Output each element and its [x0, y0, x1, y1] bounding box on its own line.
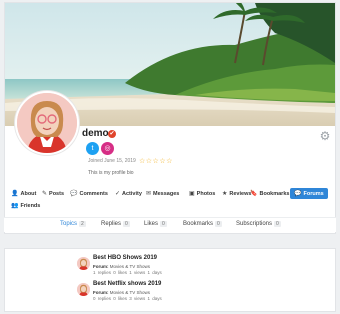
list-item: Best Netflix shows 2019 Forum: Movies & …: [5, 281, 335, 309]
topic-meta: 1 replies 0 likes 1 views 1 days: [93, 270, 162, 275]
pencil-icon: ✎: [42, 191, 48, 197]
topic-forum-name[interactable]: Movies & TV Shows: [110, 290, 150, 295]
nav-messages[interactable]: ✉ Messages: [146, 190, 179, 197]
tab-likes-label: Likes: [144, 221, 159, 227]
nav-comments[interactable]: 💬 Comments: [70, 190, 108, 197]
topic-meta: 0 replies 0 likes 3 views 1 days: [93, 296, 162, 301]
tab-topics-count: 2: [79, 221, 86, 227]
nav-bookmarks[interactable]: 🔖 Bookmarks: [250, 190, 289, 197]
nav-messages-label: Messages: [153, 191, 180, 197]
nav-about[interactable]: 👤 About: [11, 190, 36, 197]
nav-comments-label: Comments: [79, 191, 108, 197]
tab-subscriptions-count: 0: [274, 221, 281, 227]
nav-forums[interactable]: 💬 Forums: [290, 188, 328, 199]
tab-bookmarks[interactable]: Bookmarks 0: [183, 221, 222, 227]
author-avatar[interactable]: [77, 283, 90, 296]
friends-icon: 👥: [11, 203, 19, 209]
nav-friends[interactable]: 👥 Friends: [11, 202, 40, 209]
forum-tabs: Topics 2 Replies 0 Likes 0 Bookmarks 0 Subsc…: [4, 217, 336, 232]
tab-replies[interactable]: Replies 0: [101, 221, 130, 227]
topics-list: Best HBO Shows 2019 Forum: Movies & TV S…: [4, 248, 336, 312]
nav-bookmarks-label: Bookmarks: [259, 191, 290, 197]
instagram-icon[interactable]: ◎: [101, 142, 114, 155]
nav-activity-label: Activity: [122, 191, 142, 197]
nav-posts-label: Posts: [49, 191, 65, 197]
profile-bio: This is my profile bio: [88, 170, 134, 176]
topic-forum: Forum: Movies & TV Shows: [93, 290, 150, 295]
tab-bookmarks-count: 0: [215, 221, 222, 227]
author-avatar[interactable]: [77, 257, 90, 270]
tab-bookmarks-label: Bookmarks: [183, 221, 214, 227]
tab-subscriptions-label: Subscriptions: [236, 221, 273, 227]
photo-icon: ▣: [189, 191, 195, 197]
tab-likes-count: 0: [160, 221, 167, 227]
topic-forum: Forum: Movies & TV Shows: [93, 264, 150, 269]
nav-forums-label: Forums: [303, 191, 324, 197]
list-item: Best HBO Shows 2019 Forum: Movies & TV S…: [5, 255, 335, 281]
topic-title[interactable]: Best Netflix shows 2019: [93, 281, 161, 287]
profile-name: demo: [82, 128, 109, 139]
nav-photos-label: Photos: [196, 191, 216, 197]
twitter-icon[interactable]: t: [86, 142, 99, 155]
nav-friends-label: Friends: [20, 203, 41, 209]
nav-posts[interactable]: ✎ Posts: [42, 190, 64, 197]
star-icon: ★: [222, 191, 228, 197]
nav-activity[interactable]: ✓ Activity: [115, 190, 142, 197]
topic-forum-label: Forum:: [93, 264, 109, 269]
nav-photos[interactable]: ▣ Photos: [189, 190, 215, 197]
settings-gear-icon[interactable]: ⚙: [319, 130, 331, 142]
tab-replies-count: 0: [123, 221, 130, 227]
bookmark-icon: 🔖: [250, 191, 258, 197]
nav-reviews[interactable]: ★ Reviews: [222, 190, 251, 197]
comment-icon: 💬: [70, 191, 78, 197]
rating-stars: ☆☆☆☆☆: [139, 158, 173, 165]
tab-likes[interactable]: Likes 0: [144, 221, 167, 227]
user-icon: 👤: [11, 191, 19, 197]
topic-title[interactable]: Best HBO Shows 2019: [93, 255, 157, 261]
profile-avatar[interactable]: [15, 91, 79, 155]
tab-subscriptions[interactable]: Subscriptions 0: [236, 221, 281, 227]
nav-reviews-label: Reviews: [229, 191, 252, 197]
nav-about-label: About: [20, 191, 37, 197]
tab-topics-label: Topics: [60, 221, 78, 227]
topic-forum-label: Forum:: [93, 290, 109, 295]
tab-replies-label: Replies: [101, 221, 122, 227]
tab-topics[interactable]: Topics 2: [60, 221, 86, 227]
forum-icon: 💬: [294, 191, 302, 197]
verified-badge-icon: ✔: [108, 130, 116, 138]
joined-date: Joined June 15, 2019: [88, 158, 136, 164]
envelope-icon: ✉: [146, 191, 152, 197]
profile-card: ⚙: [4, 2, 336, 234]
topic-forum-name[interactable]: Movies & TV Shows: [110, 264, 150, 269]
activity-icon: ✓: [115, 191, 121, 197]
